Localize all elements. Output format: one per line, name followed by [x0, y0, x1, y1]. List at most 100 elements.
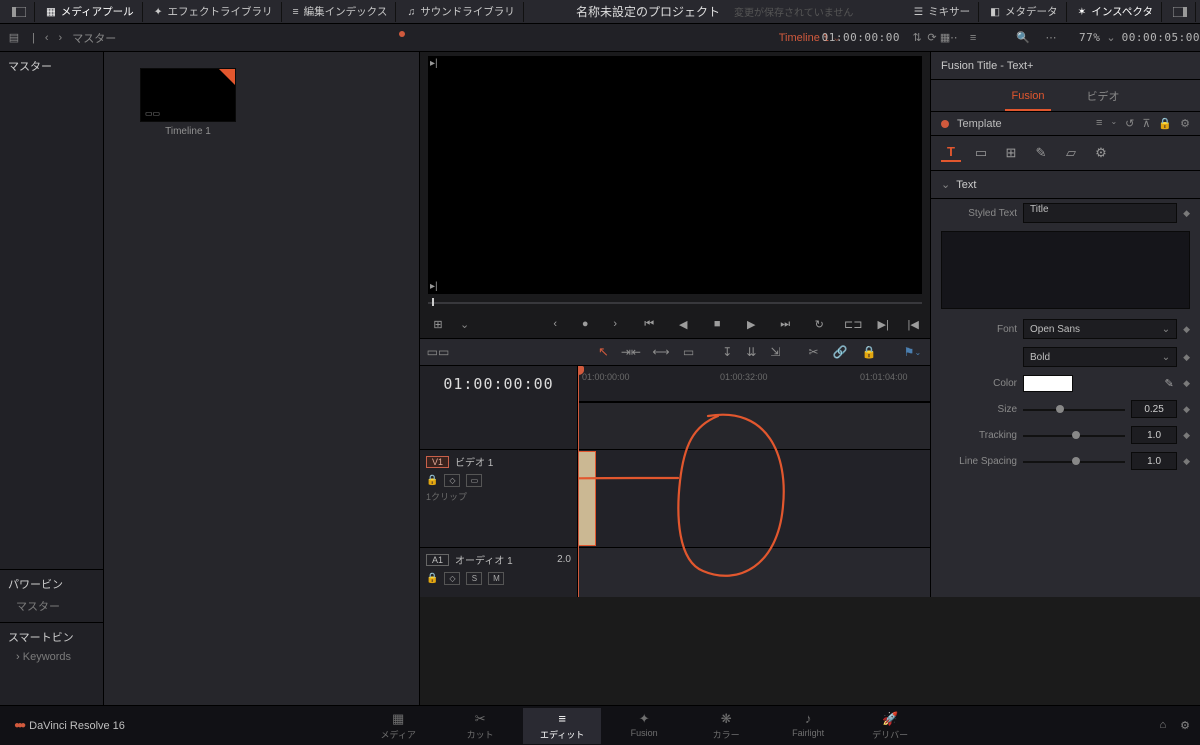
line-spacing-value[interactable]: 1.0	[1131, 452, 1177, 470]
enable-dot-icon[interactable]	[941, 120, 949, 128]
timeline-ruler[interactable]: 01:00:00:00 01:00:32:00 01:01:04:00 01:0…	[578, 366, 930, 402]
audio-track-lane[interactable]	[578, 547, 930, 597]
trim-tool-icon[interactable]: ⇥⇤	[623, 345, 639, 359]
play-icon[interactable]: ▶	[743, 316, 759, 332]
chevron-down-icon[interactable]: ⌄	[460, 318, 469, 331]
options-icon[interactable]: ⋯	[1043, 30, 1059, 46]
breadcrumb[interactable]: マスター	[72, 30, 116, 46]
keyframe-icon[interactable]: ◆	[1183, 456, 1190, 467]
font-weight-select[interactable]: Bold⌄	[1023, 347, 1177, 367]
text-tab-icon[interactable]: T	[941, 144, 961, 162]
mark-in-icon[interactable]: ▸|	[430, 58, 438, 69]
overwrite-icon[interactable]: ⇊	[746, 345, 756, 359]
mute-button[interactable]: M	[488, 572, 504, 585]
list-view-icon[interactable]: ≡	[965, 30, 981, 46]
layout-tab-icon[interactable]: ▭	[971, 144, 991, 162]
pin-icon[interactable]: ⊼	[1142, 117, 1150, 130]
edit-index-button[interactable]: ≡編集インデックス	[285, 2, 397, 22]
track-id[interactable]: V1	[426, 456, 449, 468]
mark-out-icon[interactable]: ▸|	[430, 281, 438, 292]
viewer-zoom[interactable]: 77%	[1079, 31, 1100, 44]
video-track-header[interactable]: V1 ビデオ 1 🔒 ◇ ▭ 1クリップ	[420, 449, 577, 547]
styled-text-input[interactable]: Title	[1023, 203, 1177, 223]
page-fusion[interactable]: ✦Fusion	[605, 708, 683, 744]
panel-toggle-right[interactable]	[1165, 2, 1196, 22]
prev-edit-icon[interactable]: ‹	[547, 316, 563, 332]
media-pool-button[interactable]: ▦メディアプール	[38, 2, 143, 22]
effect-library-button[interactable]: ✦エフェクトライブラリ	[146, 2, 282, 22]
lock-icon[interactable]: 🔒	[426, 573, 438, 584]
track-id[interactable]: A1	[426, 554, 449, 566]
next-edit-icon[interactable]: ›	[607, 316, 623, 332]
page-color[interactable]: ❋カラー	[687, 708, 765, 744]
jog-bar[interactable]	[428, 294, 922, 310]
metadata-button[interactable]: ◧メタデータ	[982, 2, 1066, 22]
tab-fusion[interactable]: Fusion	[1005, 86, 1050, 111]
viewer-options-icon[interactable]: ⋯	[944, 30, 960, 46]
flag-icon[interactable]: ⚑⌄	[904, 345, 920, 359]
track-enable-icon[interactable]: ▭	[466, 474, 482, 487]
page-deliver[interactable]: 🚀デリバー	[851, 708, 929, 744]
out-point-icon[interactable]: |◀	[905, 316, 921, 332]
auto-select-icon[interactable]: ◇	[444, 474, 460, 487]
clip-thumbnail[interactable]: ▭▭ Timeline 1	[140, 68, 236, 137]
loop-icon[interactable]: ⟳	[924, 30, 940, 46]
transform-tab-icon[interactable]: ⊞	[1001, 144, 1021, 162]
auto-select-icon[interactable]: ◇	[444, 572, 460, 585]
marker-dot-icon[interactable]: ●	[577, 316, 593, 332]
page-fairlight[interactable]: ♪Fairlight	[769, 708, 847, 744]
tracking-value[interactable]: 1.0	[1131, 426, 1177, 444]
text-preview[interactable]	[941, 231, 1190, 309]
settings-tab-icon[interactable]: ⚙	[1091, 144, 1111, 162]
page-media[interactable]: ▦メディア	[359, 708, 437, 744]
keyframe-icon[interactable]: ◆	[1183, 430, 1190, 441]
viewer-mode-icon[interactable]: ⊞	[430, 316, 446, 332]
smart-bin-keywords[interactable]: › Keywords	[8, 649, 95, 665]
video-track-lane[interactable]	[578, 449, 930, 547]
playhead-timecode[interactable]: 01:00:00:00	[420, 366, 577, 402]
first-frame-icon[interactable]: ⏮	[641, 316, 657, 332]
reverse-play-icon[interactable]: ◀	[675, 316, 691, 332]
mixer-button[interactable]: ☰ミキサー	[906, 2, 979, 22]
color-swatch[interactable]	[1023, 375, 1073, 392]
project-settings-icon[interactable]: ⚙	[1180, 719, 1190, 732]
keyframe-icon[interactable]: ◆	[1183, 324, 1190, 335]
viewer-canvas[interactable]: ▸| ▸|	[428, 56, 922, 294]
home-icon[interactable]: ⌂	[1159, 719, 1166, 732]
match-frame-icon[interactable]: ⊏⊐	[845, 316, 861, 332]
lock-icon[interactable]: 🔒	[426, 475, 438, 486]
selection-tool-icon[interactable]: ↖	[598, 344, 609, 360]
keyframe-icon[interactable]: ◆	[1183, 378, 1190, 389]
blade-tool-icon[interactable]: ▭	[683, 345, 694, 359]
audio-track-header[interactable]: A1 オーディオ 1 2.0 🔒 ◇ S M	[420, 547, 577, 597]
power-bin-master[interactable]: マスター	[8, 596, 95, 616]
keyframe-icon[interactable]: ◆	[1183, 404, 1190, 415]
page-cut[interactable]: ✂カット	[441, 708, 519, 744]
font-select[interactable]: Open Sans⌄	[1023, 319, 1177, 339]
reset-icon[interactable]: ↺	[1125, 117, 1134, 130]
link-icon[interactable]: 🔗	[833, 345, 848, 359]
size-slider[interactable]	[1023, 400, 1125, 418]
chevron-down-icon[interactable]: ⌄	[1106, 31, 1115, 44]
in-point-icon[interactable]: ▶|	[875, 316, 891, 332]
inspector-button[interactable]: ✶インスペクタ	[1070, 2, 1162, 22]
tracking-slider[interactable]	[1023, 426, 1125, 444]
text-section[interactable]: ⌄Text	[931, 171, 1200, 199]
timeline-body[interactable]: 01:00:00:00 01:00:32:00 01:01:04:00 01:0…	[578, 366, 930, 597]
lock-tool-icon[interactable]: 🔒	[861, 345, 876, 359]
sort-icon[interactable]: ⇅	[909, 30, 925, 46]
line-spacing-slider[interactable]	[1023, 452, 1125, 470]
size-value[interactable]: 0.25	[1131, 400, 1177, 418]
nav-fwd[interactable]: ›	[59, 32, 63, 44]
search-icon[interactable]: 🔍	[1015, 30, 1031, 46]
sound-library-button[interactable]: ♫サウンドライブラリ	[399, 2, 523, 22]
keyframe-mode-icon[interactable]: ≡	[1096, 117, 1102, 130]
dynamic-trim-icon[interactable]: ⟷	[653, 345, 669, 359]
image-tab-icon[interactable]: ▱	[1061, 144, 1081, 162]
solo-button[interactable]: S	[466, 572, 482, 585]
keyframe-icon[interactable]: ◆	[1183, 352, 1190, 363]
playhead[interactable]	[578, 366, 579, 597]
master-bin[interactable]: マスター	[8, 58, 95, 74]
razor-icon[interactable]: ✂	[808, 345, 818, 359]
insert-icon[interactable]: ↧	[722, 345, 732, 359]
